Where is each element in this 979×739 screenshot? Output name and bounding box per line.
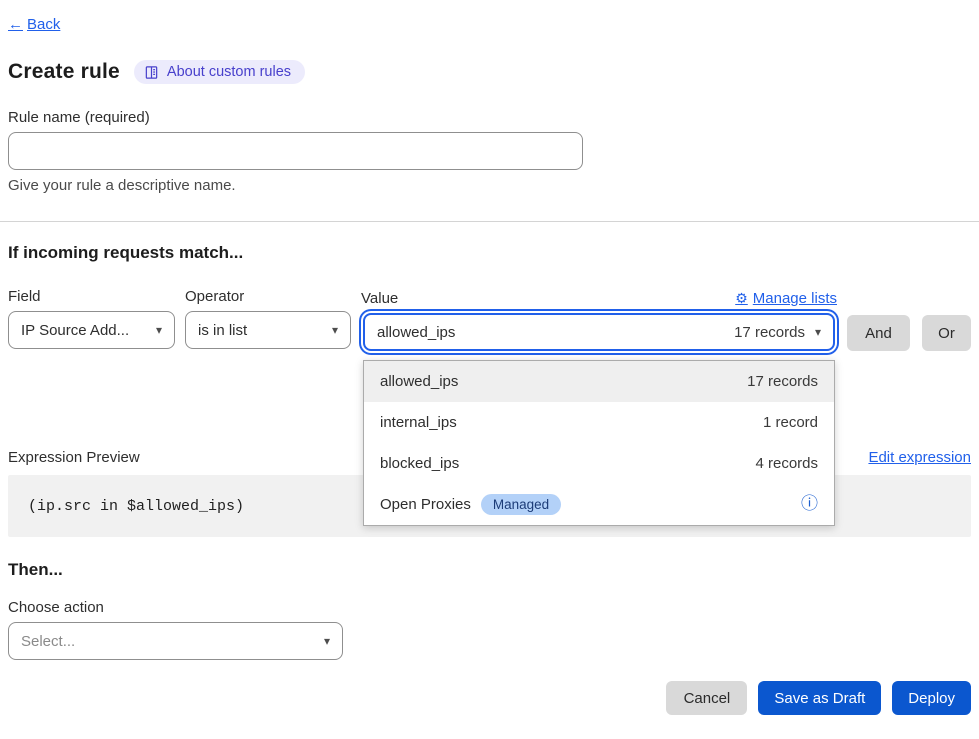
manage-lists-link[interactable]: ⚙ Manage lists bbox=[735, 290, 837, 307]
chevron-down-icon: ▾ bbox=[324, 635, 330, 647]
gear-icon: ⚙ bbox=[735, 290, 748, 307]
list-record-count: 17 records bbox=[747, 373, 818, 390]
chevron-down-icon: ▾ bbox=[815, 326, 821, 338]
dropdown-item-open-proxies[interactable]: Open Proxies Managed ⓘ bbox=[364, 484, 834, 525]
expression-code: (ip.src in $allowed_ips) bbox=[28, 498, 244, 515]
field-label: Field bbox=[8, 288, 175, 305]
list-name: allowed_ips bbox=[380, 373, 458, 390]
rule-name-input[interactable] bbox=[8, 132, 583, 170]
operator-select[interactable]: is in list ▾ bbox=[185, 311, 351, 349]
expression-preview-label: Expression Preview bbox=[8, 449, 140, 466]
match-section-heading: If incoming requests match... bbox=[8, 243, 971, 263]
value-select-selected: allowed_ips bbox=[377, 324, 455, 341]
operator-select-value: is in list bbox=[198, 322, 247, 339]
list-record-count: 4 records bbox=[755, 455, 818, 472]
list-name: internal_ips bbox=[380, 414, 457, 431]
value-label: Value bbox=[361, 290, 398, 307]
list-name: Open Proxies bbox=[380, 496, 471, 513]
create-rule-page: ←Back Create rule About custom rules Ru bbox=[0, 0, 979, 739]
or-button[interactable]: Or bbox=[922, 315, 971, 351]
chevron-down-icon: ▾ bbox=[332, 324, 338, 336]
section-divider bbox=[0, 221, 979, 222]
deploy-button[interactable]: Deploy bbox=[892, 681, 971, 715]
rule-name-label: Rule name (required) bbox=[8, 109, 971, 126]
field-select[interactable]: IP Source Add... ▾ bbox=[8, 311, 175, 349]
save-as-draft-button[interactable]: Save as Draft bbox=[758, 681, 881, 715]
info-icon[interactable]: ⓘ bbox=[801, 496, 818, 513]
then-section-heading: Then... bbox=[8, 560, 971, 580]
dropdown-item-blocked-ips[interactable]: blocked_ips 4 records bbox=[364, 443, 834, 484]
field-select-value: IP Source Add... bbox=[21, 322, 129, 339]
book-icon bbox=[144, 65, 159, 80]
back-label: Back bbox=[27, 16, 60, 33]
and-button[interactable]: And bbox=[847, 315, 910, 351]
operator-label: Operator bbox=[185, 288, 351, 305]
page-title: Create rule bbox=[8, 60, 120, 84]
dropdown-item-allowed-ips[interactable]: allowed_ips 17 records bbox=[364, 361, 834, 402]
about-custom-rules-badge[interactable]: About custom rules bbox=[134, 60, 305, 84]
chevron-down-icon: ▾ bbox=[156, 324, 162, 336]
list-name: blocked_ips bbox=[380, 455, 459, 472]
value-select-records: 17 records bbox=[734, 324, 805, 341]
manage-lists-label: Manage lists bbox=[753, 290, 837, 307]
value-dropdown-panel: allowed_ips 17 records internal_ips 1 re… bbox=[363, 360, 835, 526]
action-select[interactable]: Select... ▾ bbox=[8, 622, 343, 660]
dropdown-item-internal-ips[interactable]: internal_ips 1 record bbox=[364, 402, 834, 443]
list-record-count: 1 record bbox=[763, 414, 818, 431]
value-select[interactable]: allowed_ips 17 records ▾ bbox=[363, 313, 835, 351]
choose-action-label: Choose action bbox=[8, 599, 971, 616]
edit-expression-link[interactable]: Edit expression bbox=[868, 449, 971, 466]
managed-badge: Managed bbox=[481, 494, 561, 515]
rule-name-helper: Give your rule a descriptive name. bbox=[8, 177, 971, 194]
back-arrow-icon: ← bbox=[8, 16, 23, 33]
back-link[interactable]: ←Back bbox=[8, 16, 60, 33]
cancel-button[interactable]: Cancel bbox=[666, 681, 747, 715]
action-select-placeholder: Select... bbox=[21, 633, 75, 650]
about-badge-label: About custom rules bbox=[167, 64, 291, 80]
